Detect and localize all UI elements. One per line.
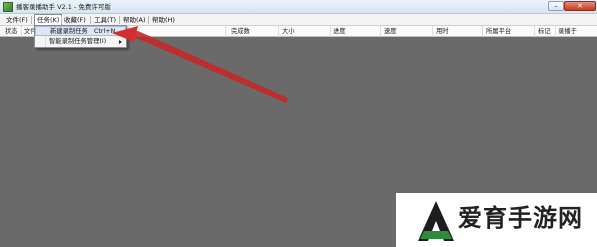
task-menu-dropdown: 新建录制任务 Ctrl+N 智能录制任务管理(I) [34, 25, 127, 48]
watermark: 爱育手游网 [396, 193, 597, 247]
app-icon [3, 2, 13, 12]
title-bar: 播客录播助手 V2.1 - 免费许可版 – ✕ [0, 0, 597, 14]
column-size[interactable]: 大小 [282, 27, 295, 36]
column-note[interactable]: 标记 [538, 27, 551, 36]
close-button[interactable]: ✕ [564, 1, 596, 11]
column-divider[interactable] [380, 26, 381, 37]
column-speed[interactable]: 速度 [384, 27, 397, 36]
menu-separator [148, 16, 149, 24]
minimize-button[interactable]: – [548, 1, 564, 11]
menu-item-shortcut: Ctrl+N [94, 28, 116, 35]
watermark-text: 爱育手游网 [458, 204, 583, 232]
submenu-arrow-icon [119, 40, 122, 44]
menu-item-smart-task-manager[interactable]: 智能录制任务管理(I) [35, 37, 126, 47]
menu-item-label: 新建录制任务 [50, 28, 88, 35]
column-completed[interactable]: 完成数 [231, 27, 250, 36]
menu-tools[interactable]: 工具(T) [94, 15, 116, 25]
column-status[interactable]: 状态 [5, 27, 18, 36]
column-divider[interactable] [21, 26, 22, 37]
menu-separator [31, 16, 32, 24]
menu-favorites[interactable]: 收藏(F) [64, 15, 86, 25]
column-divider[interactable] [330, 26, 331, 37]
menu-help-h[interactable]: 帮助(H) [152, 15, 175, 25]
column-divider[interactable] [225, 26, 226, 37]
column-divider[interactable] [432, 26, 433, 37]
column-divider[interactable] [482, 26, 483, 37]
watermark-logo-icon [418, 201, 454, 241]
column-recorder[interactable]: 录播于 [558, 27, 577, 36]
menu-file[interactable]: 文件(F) [6, 15, 28, 25]
menu-separator [61, 16, 62, 24]
menu-item-label: 智能录制任务管理(I) [49, 38, 107, 45]
column-platform[interactable]: 所属平台 [486, 27, 511, 36]
menu-help-a[interactable]: 帮助(A) [123, 15, 146, 25]
menu-separator [90, 16, 91, 24]
column-time[interactable]: 用时 [436, 27, 449, 36]
column-divider[interactable] [278, 26, 279, 37]
column-progress[interactable]: 进度 [333, 27, 346, 36]
column-divider[interactable] [555, 26, 556, 37]
menu-item-new-record-task[interactable]: 新建录制任务 Ctrl+N [35, 26, 126, 36]
window-title: 播客录播助手 V2.1 - 免费许可版 [16, 3, 111, 11]
column-divider[interactable] [534, 26, 535, 37]
menu-separator [119, 16, 120, 24]
